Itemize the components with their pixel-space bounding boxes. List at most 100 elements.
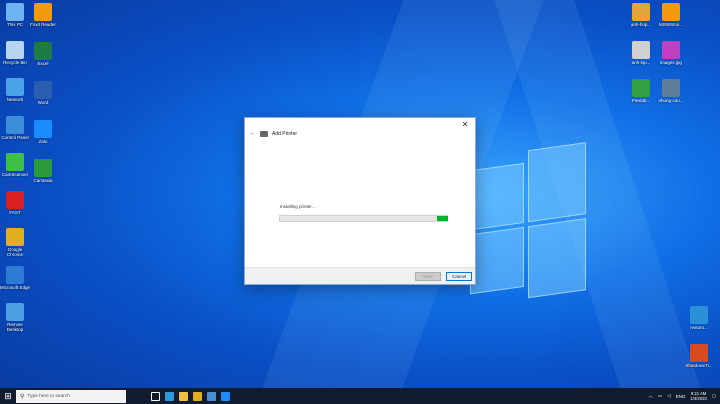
taskbar-app-glyph (220, 391, 230, 401)
desktop-icon-label: anh-lop... (631, 60, 651, 65)
desktop-icon-label: Microsoft Edge (0, 284, 31, 290)
taskbar-app-glyph (206, 391, 216, 401)
system-tray: ︿ ▭ ◁ ENG 9:21 AM 1/4/2023 ▢ (648, 388, 720, 404)
desktop-icon[interactable]: anh-hop... (626, 3, 656, 27)
chrome-icon[interactable] (190, 388, 204, 404)
desktop-icon-label: nhung-cau... (658, 98, 684, 103)
desktop-icon[interactable]: Excel (28, 42, 58, 66)
app-icon (6, 265, 24, 284)
volume-icon[interactable]: ◁ (667, 393, 670, 399)
desktop-icon-label: MSWSmo... (658, 22, 683, 27)
desktop-icon[interactable]: nhung-cau... (656, 79, 686, 103)
desktop-icon-label: Word (37, 100, 49, 105)
install-status-text: Installing printer... (280, 204, 316, 209)
desktop-icon-label: CamScanner (1, 172, 29, 177)
desktop-icon[interactable]: FAST (0, 190, 30, 215)
desktop-icon[interactable]: CamScanner (0, 153, 30, 177)
desktop-icon[interactable]: MSWSmo... (656, 3, 686, 27)
desktop-icon-label: restoro... (690, 325, 708, 330)
cancel-button[interactable]: Cancel (446, 272, 472, 281)
app-icon (6, 78, 24, 96)
language-indicator[interactable]: ENG (676, 394, 686, 399)
desktop-icon-label: Camtasia (33, 178, 53, 183)
desktop-icon-label: ShutdownTi... (685, 363, 713, 368)
desktop-icon[interactable]: restoro... (684, 306, 714, 330)
app-icon (34, 3, 52, 21)
taskbar-app-glyph (192, 391, 202, 401)
clock[interactable]: 9:21 AM 1/4/2023 (690, 391, 706, 401)
search-icon: ⚲ (20, 393, 25, 400)
back-arrow-icon[interactable]: ← (249, 130, 256, 137)
desktop-icon-label: Google Chrome (6, 247, 23, 257)
app-icon (34, 120, 52, 138)
app-icon (632, 41, 650, 59)
network-icon[interactable]: ▭ (658, 393, 662, 399)
app-icon (632, 3, 650, 21)
app-icon (6, 40, 24, 59)
file-explorer-icon[interactable] (176, 388, 190, 404)
mail-icon[interactable] (204, 388, 218, 404)
desktop-icon[interactable]: Google Chrome (0, 228, 30, 257)
taskbar: ⊞ ⚲ Type here to search ︿ ▭ ◁ ENG 9:21 A… (0, 388, 720, 404)
desktop-icon[interactable]: Recycle Bin (0, 40, 30, 65)
search-placeholder: Type here to search (27, 393, 70, 399)
app-icon (34, 81, 52, 99)
desktop-icon-label: anh-hop... (630, 22, 652, 27)
app-icon (6, 115, 24, 134)
zalo-icon[interactable] (218, 388, 232, 404)
notification-icon[interactable]: ▢ (712, 393, 716, 399)
clock-date: 1/4/2023 (690, 396, 707, 401)
app-icon (34, 42, 52, 60)
desktop-icon-label: Zalo (38, 139, 48, 144)
desktop-icon-label: images.jpg (660, 60, 682, 65)
printer-icon (260, 130, 268, 137)
start-button[interactable]: ⊞ (0, 388, 16, 404)
desktop-icon[interactable]: Zalo (28, 120, 58, 144)
progress-fill (437, 216, 448, 221)
app-icon (690, 344, 708, 362)
edge-icon[interactable] (162, 388, 176, 404)
desktop-icon[interactable]: Network (0, 78, 30, 102)
close-icon[interactable]: ✕ (459, 120, 471, 130)
desktop-icon[interactable]: Flexlab... (626, 79, 656, 103)
desktop-icon-label: FAST (9, 209, 21, 215)
app-icon (662, 3, 680, 21)
desktop-icon-label: This PC (6, 22, 23, 27)
desktop-icon[interactable]: Control Panel (0, 115, 30, 140)
chevron-up-icon[interactable]: ︿ (648, 393, 653, 399)
desktop-icon-label: Flexlab... (631, 98, 651, 103)
desktop-icon[interactable]: images.jpg (656, 41, 686, 65)
taskbar-app-glyph (150, 391, 160, 401)
desktop-icon[interactable]: This PC (0, 3, 30, 27)
dialog-footer: Next Cancel (245, 267, 475, 284)
app-icon (6, 190, 24, 209)
desktop-icon-label: Network (6, 97, 24, 102)
search-input[interactable]: ⚲ Type here to search (16, 389, 126, 403)
app-icon (662, 79, 680, 97)
dialog-title: Add Printer (272, 130, 298, 137)
app-icon (632, 79, 650, 97)
desktop-icon[interactable]: Foxit Reader (28, 3, 58, 27)
desktop-icon-label: Remote Desktop (6, 322, 24, 332)
desktop-icon[interactable]: Remote Desktop (0, 303, 30, 332)
desktop-icon-label: Control Panel (1, 134, 29, 140)
desktop-icon-label: Recycle Bin (3, 59, 27, 65)
desktop-icon-label: Foxit Reader (30, 22, 56, 27)
app-icon (662, 41, 680, 59)
dialog-header: ← Add Printer (249, 130, 297, 137)
app-icon (690, 306, 708, 324)
desktop-icon[interactable]: ShutdownTi... (684, 344, 714, 368)
desktop-icon[interactable]: Word (28, 81, 58, 105)
next-button[interactable]: Next (415, 272, 441, 281)
taskbar-app-glyph (164, 391, 174, 401)
task-view-icon[interactable] (148, 388, 162, 404)
install-progress-bar (279, 215, 448, 222)
windows-logo-wallpaper (470, 142, 590, 309)
app-icon (6, 228, 24, 246)
desktop-icon[interactable]: Camtasia (28, 159, 58, 183)
app-icon (6, 153, 24, 171)
desktop-icon[interactable]: anh-lop... (626, 41, 656, 65)
taskbar-app-glyph (178, 391, 188, 401)
app-icon (6, 303, 24, 321)
desktop-icon[interactable]: Microsoft Edge (0, 265, 31, 290)
